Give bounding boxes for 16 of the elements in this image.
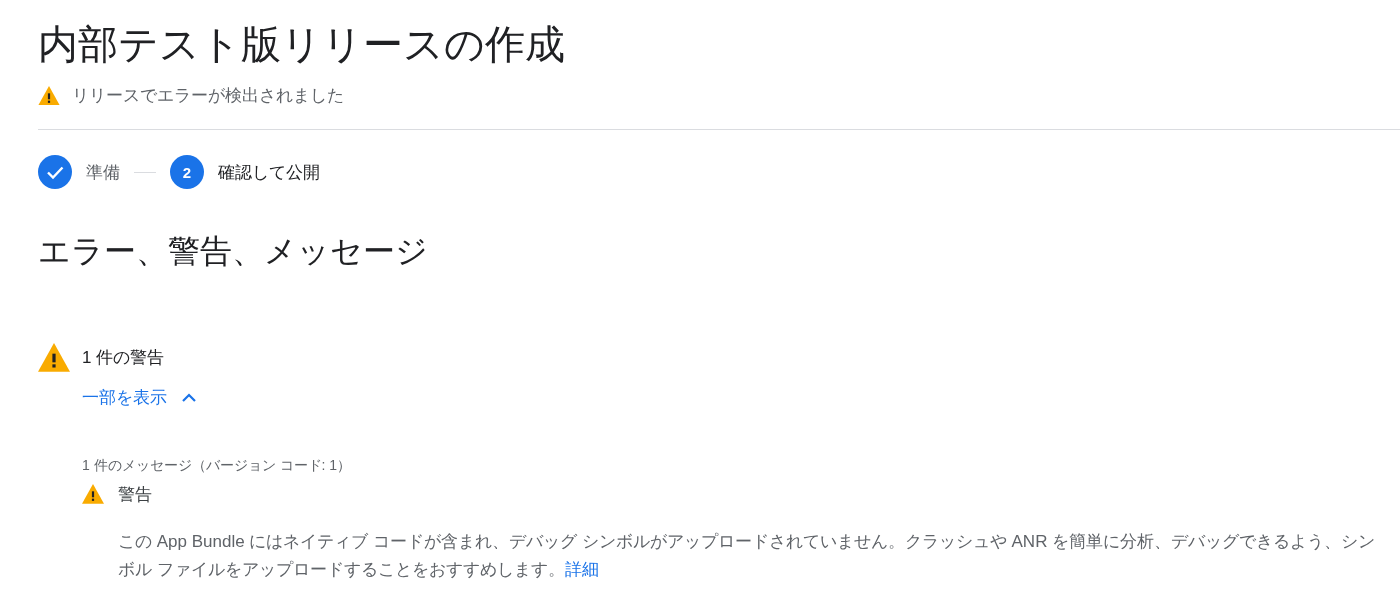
- message-text: この App Bundle にはネイティブ コードが含まれ、デバッグ シンボルがアップロードされていません。クラッシュや ANR を簡単に分析、デバッグできるよう、シンボル ファイルをアップロードすることをおすすめします。詳細: [118, 530, 1377, 581]
- release-status: リリースでエラーが検出されました: [72, 85, 344, 107]
- show-less-toggle[interactable]: 一部を表示: [82, 385, 197, 409]
- warning-icon: [82, 484, 104, 505]
- warning-summary: 1 件の警告: [82, 346, 165, 369]
- caret-icon: [181, 392, 197, 403]
- message-heading: 1 件のメッセージ（バージョン コード: 1）: [82, 456, 353, 475]
- page-title: 内部テスト版リリースの作成: [38, 21, 566, 68]
- step-label: 確認して公開: [218, 161, 320, 184]
- warning-icon: [38, 85, 60, 106]
- step-label: 準備: [86, 161, 120, 184]
- step-number: 2: [170, 155, 204, 189]
- section-title: エラー、警告、メッセージ: [38, 232, 429, 271]
- warning-icon: [38, 343, 70, 372]
- details-link[interactable]: 詳細: [564, 559, 599, 579]
- severity-label: 警告: [118, 483, 152, 506]
